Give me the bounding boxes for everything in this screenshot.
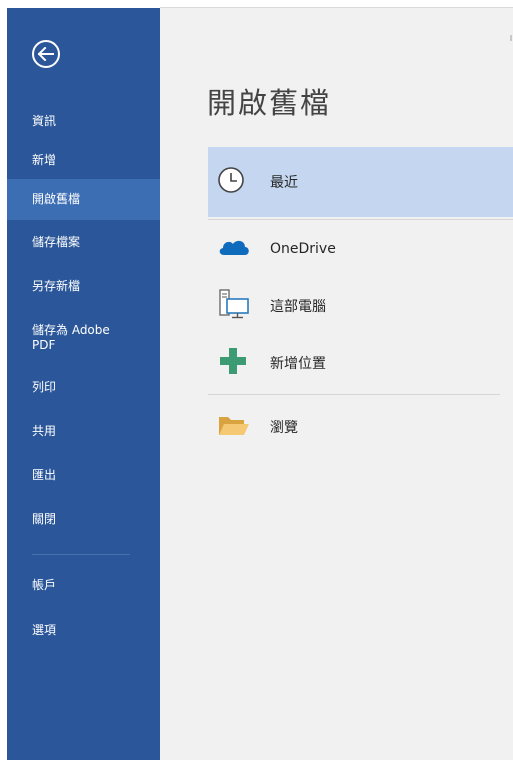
nav-save[interactable]: 儲存檔案 [7,235,160,250]
nav-print[interactable]: 列印 [7,380,160,395]
back-arrow-icon [38,47,54,61]
location-label: 新增位置 [270,356,326,372]
main-panel: 開啟舊檔 最近 OneDrive 這部電腦 新增位置 瀏覽 [160,8,513,760]
location-label: 最近 [270,175,298,191]
page-title: 開啟舊檔 [207,86,332,120]
divider [208,219,513,220]
onedrive-cloud-icon [218,237,250,261]
nav-export[interactable]: 匯出 [7,468,160,483]
nav-save-as-adobe-pdf[interactable]: 儲存為 Adobe PDF [7,323,127,353]
backstage-sidebar: 資訊 新增 開啟舊檔 儲存檔案 另存新檔 儲存為 Adobe PDF 列印 共用… [7,8,160,760]
location-label: 這部電腦 [270,299,326,315]
nav-account[interactable]: 帳戶 [7,578,160,593]
nav-close[interactable]: 關閉 [7,512,160,527]
location-label: OneDrive [270,241,336,257]
location-browse[interactable]: 瀏覽 [208,409,513,445]
location-onedrive[interactable]: OneDrive [208,231,513,267]
nav-separator [32,554,130,555]
scroll-indicator [510,35,512,41]
this-pc-icon [218,288,250,324]
location-recent[interactable]: 最近 [208,147,513,217]
add-place-icon [218,346,248,380]
nav-open[interactable]: 開啟舊檔 [7,179,160,220]
nav-save-as[interactable]: 另存新檔 [7,279,160,294]
divider [208,394,500,395]
nav-info[interactable]: 資訊 [7,114,160,129]
back-button[interactable] [32,40,60,68]
nav-new[interactable]: 新增 [7,153,160,168]
location-add-place[interactable]: 新增位置 [208,345,513,381]
location-this-pc[interactable]: 這部電腦 [208,288,513,324]
nav-options[interactable]: 選項 [7,623,160,638]
location-label: 瀏覽 [270,420,298,436]
folder-icon [218,413,250,441]
nav-share[interactable]: 共用 [7,424,160,439]
clock-icon [217,166,245,198]
